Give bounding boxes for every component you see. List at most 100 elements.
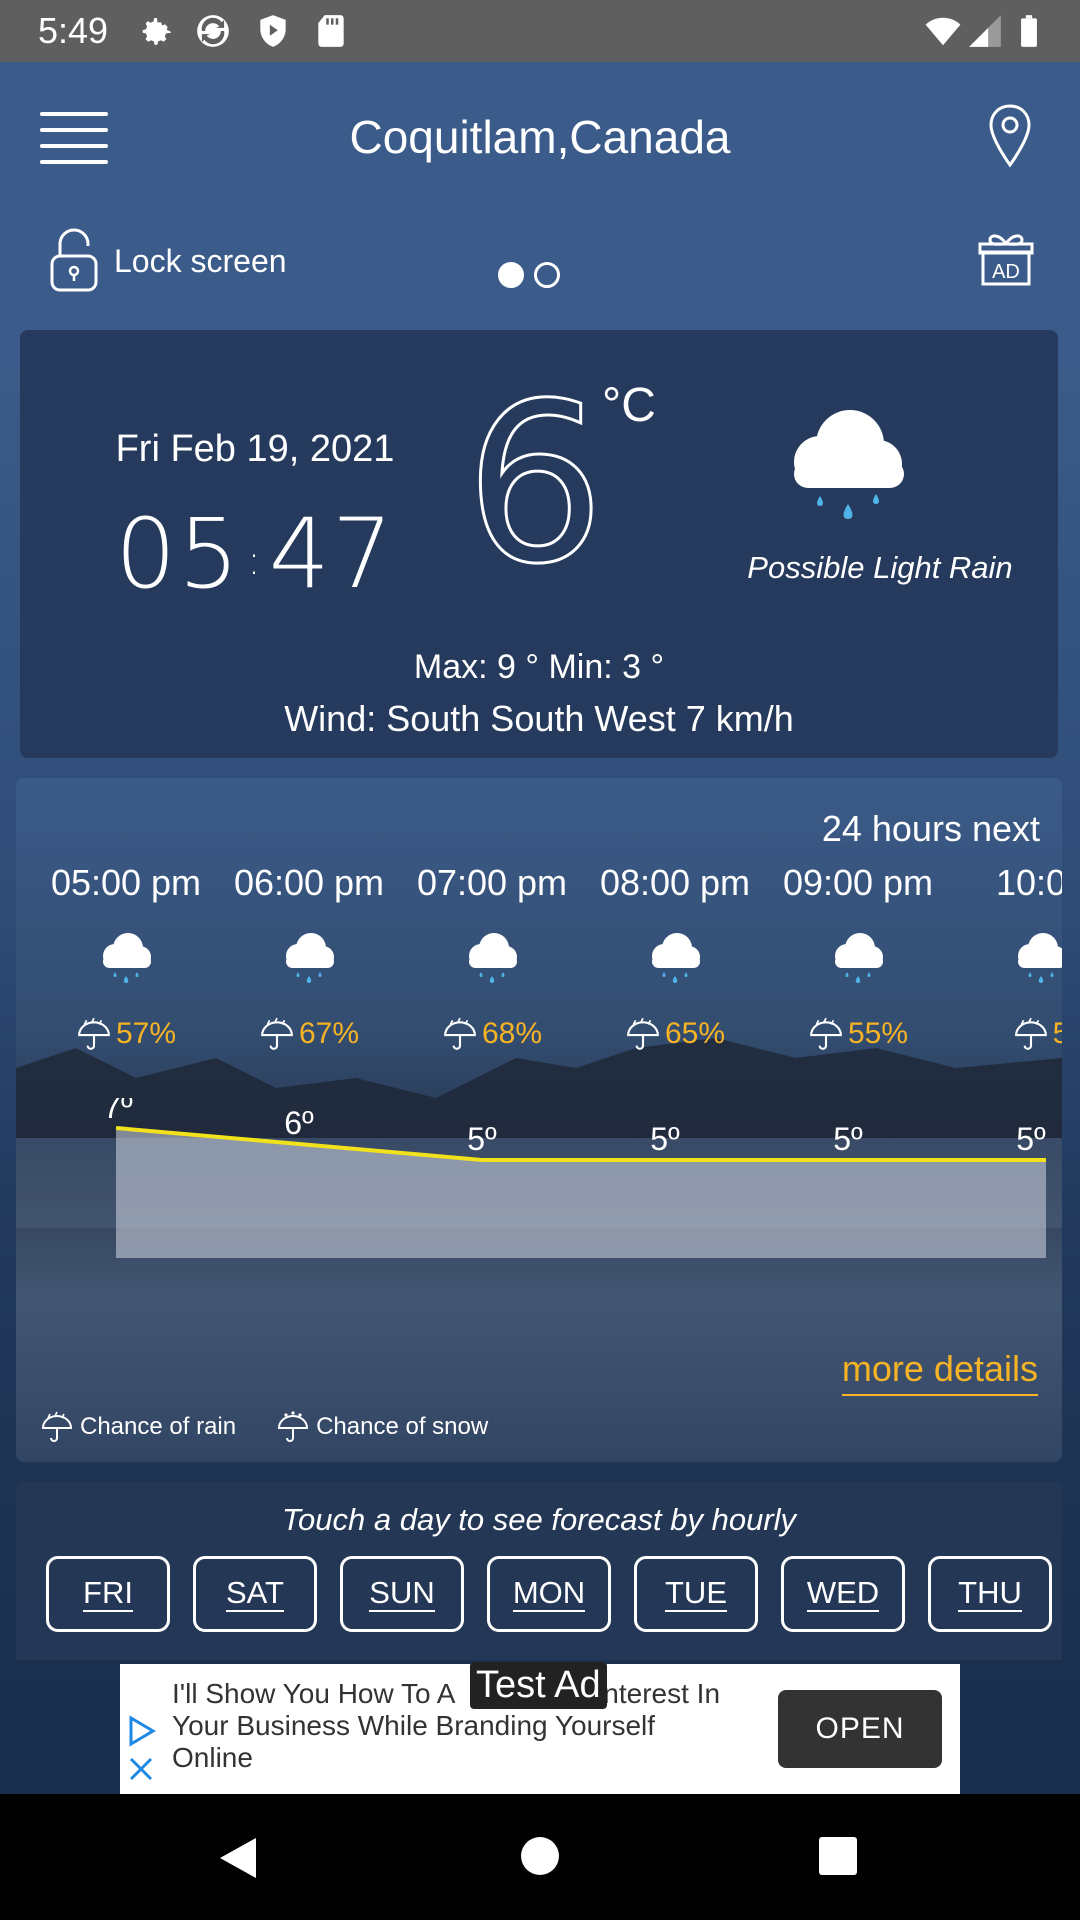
day-button-tue[interactable]: TUE [634, 1556, 758, 1632]
day-button-mon[interactable]: MON [487, 1556, 611, 1632]
precip-chance: 55% [766, 1016, 950, 1052]
hourly-time: 06:00 pm [233, 862, 385, 903]
current-weather-card: Fri Feb 19, 2021 05:47 6 °C Possible Lig… [20, 330, 1058, 758]
day-label: FRI [83, 1575, 133, 1613]
temperature-label: 5º [467, 1121, 497, 1157]
location-title[interactable]: Coquitlam,Canada [0, 110, 1080, 164]
test-ad-label: Test Ad [470, 1662, 607, 1709]
legend-rain-label: Chance of rain [80, 1413, 237, 1440]
hourly-item: 10:00 5 [949, 862, 1062, 1052]
rain-cloud-icon [652, 933, 700, 983]
page-dot-active[interactable] [498, 262, 524, 288]
chart-legend: Chance of rain Chance of snow [40, 1410, 488, 1444]
condition-text: Possible Light Rain [747, 550, 1013, 585]
location-pin-icon[interactable] [986, 102, 1034, 170]
precip-value: 55% [847, 1017, 909, 1050]
rain-umbrella-icon [627, 1017, 659, 1050]
rain-cloud-icon [469, 933, 517, 983]
gift-ad-icon[interactable]: AD [978, 230, 1034, 288]
hourly-time: 10:00 [995, 862, 1062, 903]
lock-screen-label: Lock screen [114, 242, 287, 279]
days-hint: Touch a day to see forecast by hourly [281, 1502, 797, 1537]
precip-chance: 57% [34, 1016, 218, 1052]
hourly-item: 06:00 pm 67% [217, 862, 401, 1052]
clock-minutes: 47 [268, 498, 395, 610]
hourly-item: 05:00 pm 57% [34, 862, 218, 1052]
rain-cloud-icon [794, 410, 904, 519]
precip-value: 57% [115, 1017, 177, 1050]
hourly-item: 07:00 pm 68% [400, 862, 584, 1052]
clock-separator: : [247, 537, 263, 584]
ad-text: I'll Show You How To A e Interest In You… [172, 1678, 721, 1773]
page-indicator [498, 262, 560, 288]
day-label: SAT [226, 1575, 284, 1613]
rain-cloud-icon [103, 933, 151, 983]
ad-banner[interactable]: I'll Show You How To A e Interest In You… [120, 1662, 960, 1794]
signal-icon [969, 15, 1001, 47]
hourly-time: 07:00 pm [416, 862, 568, 903]
ad-open-button[interactable]: OPEN [778, 1690, 942, 1768]
ad-close-icon[interactable] [126, 1754, 156, 1784]
ad-choices-icon[interactable] [126, 1714, 158, 1748]
hourly-strip[interactable]: 05:00 pm 57% 06:00 pm 67% 07:00 pm 68% 08:00 p… [16, 862, 1062, 1102]
home-icon[interactable] [520, 1836, 560, 1876]
rain-umbrella-icon [261, 1017, 293, 1050]
temperature-label: 5º [1016, 1121, 1046, 1157]
battery-icon [1021, 15, 1037, 47]
wifi-icon [925, 17, 961, 46]
max-min-temp: Max: 9 ° Min: 3 ° [413, 648, 665, 686]
ad-icon-label: AD [992, 261, 1020, 283]
day-label: SUN [369, 1575, 435, 1613]
recents-icon[interactable] [818, 1836, 858, 1876]
current-clock: 05:47 [20, 498, 490, 610]
back-icon[interactable] [216, 1834, 260, 1882]
hourly-header: 24 hours next [821, 808, 1040, 849]
snow-umbrella-icon [278, 1411, 309, 1442]
page-dot[interactable] [534, 262, 560, 288]
legend-snow: Chance of snow [276, 1410, 488, 1444]
precip-value: 67% [298, 1017, 360, 1050]
rain-cloud-icon [1018, 933, 1062, 983]
temperature-area [116, 1128, 1046, 1258]
current-date: Fri Feb 19, 2021 [115, 428, 395, 470]
lock-screen-button[interactable]: Lock screen [48, 228, 287, 294]
rain-umbrella-icon [78, 1017, 110, 1050]
day-label: TUE [665, 1575, 727, 1613]
hourly-time: 08:00 pm [599, 862, 751, 903]
rain-umbrella-icon [1014, 1017, 1047, 1050]
current-temperature: 6 [464, 390, 607, 590]
day-button-sat[interactable]: SAT [193, 1556, 317, 1632]
day-selector-card: Touch a day to see forecast by hourly FR… [16, 1482, 1062, 1660]
more-details-link[interactable]: more details [841, 1348, 1038, 1396]
day-button-wed[interactable]: WED [781, 1556, 905, 1632]
temperature-label: 6º [284, 1105, 314, 1141]
legend-snow-label: Chance of snow [316, 1413, 489, 1440]
temperature-label: 7º [103, 1098, 133, 1125]
clock-hours: 05 [115, 498, 242, 610]
unlock-icon [50, 228, 98, 292]
precip-chance: 65% [583, 1016, 767, 1052]
sync-icon [197, 15, 229, 47]
precip-value: 65% [664, 1017, 726, 1050]
rain-cloud-icon [286, 933, 334, 983]
day-button-fri[interactable]: FRI [46, 1556, 170, 1632]
temperature-unit: °C [602, 379, 656, 432]
status-time: 5:49 [38, 10, 109, 51]
rain-umbrella-icon [41, 1411, 73, 1442]
precip-value: 5 [1052, 1017, 1062, 1050]
day-button-thu[interactable]: THU [928, 1556, 1052, 1632]
day-label: MON [512, 1575, 586, 1613]
day-label: WED [806, 1575, 880, 1613]
precip-chance: 67% [217, 1016, 401, 1052]
legend-rain: Chance of rain [40, 1410, 236, 1444]
precip-chance: 5 [949, 1016, 1062, 1052]
temperature-label: 5º [833, 1121, 863, 1157]
rain-umbrella-icon [810, 1017, 842, 1050]
temperature-value: 6 [465, 390, 605, 590]
rain-cloud-icon [835, 933, 883, 983]
hourly-item: 08:00 pm 65% [583, 862, 767, 1052]
day-button-sun[interactable]: SUN [340, 1556, 464, 1632]
precip-value: 68% [481, 1017, 543, 1050]
temperature-chart: 7º 6º 5º 5º 5º 5º [103, 1098, 1046, 1258]
hourly-item: 09:00 pm 55% [766, 862, 950, 1052]
